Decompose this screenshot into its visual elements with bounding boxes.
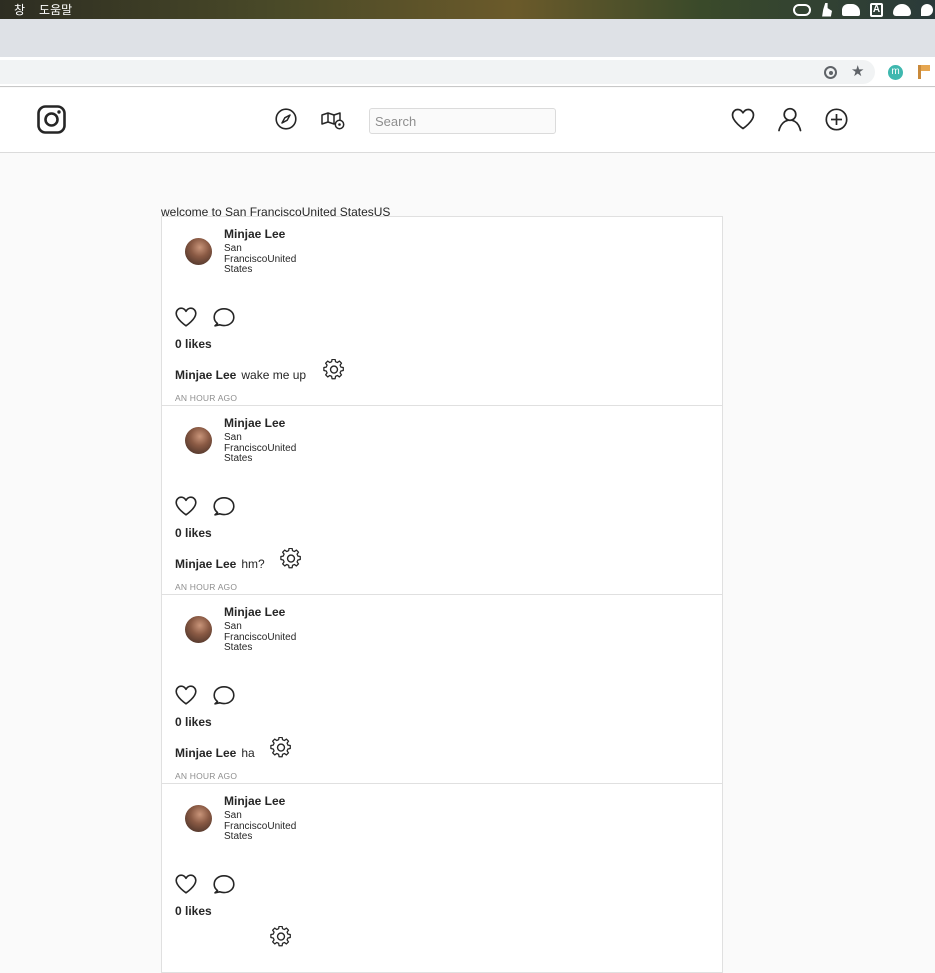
gear-icon[interactable] <box>270 737 292 759</box>
post-caption: Minjae Lee ha <box>175 746 255 760</box>
like-heart-icon[interactable] <box>175 685 197 705</box>
rabbit-icon[interactable] <box>822 2 832 17</box>
post-username[interactable]: Minjae Lee <box>224 227 285 241</box>
compass-icon[interactable] <box>275 108 297 130</box>
gear-icon[interactable] <box>280 548 302 570</box>
hat-icon[interactable] <box>893 3 911 16</box>
post-location[interactable]: San FranciscoUnited States <box>224 432 314 465</box>
post-card: Minjae Lee San FranciscoUnited States 0 … <box>161 594 723 784</box>
post-caption: Minjae Lee wake me up <box>175 368 306 382</box>
post-feed: Minjae Lee San FranciscoUnited States 0 … <box>161 216 723 973</box>
like-heart-icon[interactable] <box>175 307 197 327</box>
post-location[interactable]: San FranciscoUnited States <box>224 810 314 843</box>
browser-tab-strip <box>0 19 935 57</box>
avatar[interactable] <box>185 805 212 832</box>
caption-text: wake me up <box>241 368 307 382</box>
creative-cloud-icon[interactable] <box>793 3 811 16</box>
input-source-icon[interactable]: A <box>870 2 883 17</box>
post-timestamp: AN HOUR AGO <box>175 582 238 592</box>
extension-m-icon[interactable]: m <box>888 65 903 80</box>
post-card: Minjae Lee San FranciscoUnited States 0 … <box>161 216 723 406</box>
comment-bubble-icon[interactable] <box>213 685 235 705</box>
post-caption: Minjae Lee hm? <box>175 557 265 571</box>
comment-bubble-icon[interactable] <box>213 874 235 894</box>
like-heart-icon[interactable] <box>175 874 197 894</box>
menubar-tray: A <box>793 0 935 19</box>
caption-username[interactable]: Minjae Lee <box>175 746 236 760</box>
likes-count: 0 likes <box>175 337 212 351</box>
likes-count: 0 likes <box>175 526 212 540</box>
avatar[interactable] <box>185 427 212 454</box>
avatar[interactable] <box>185 616 212 643</box>
gear-icon[interactable] <box>323 359 345 381</box>
search-input[interactable] <box>369 108 556 134</box>
post-timestamp: AN HOUR AGO <box>175 771 238 781</box>
browser-toolbar: ★ m <box>0 57 935 87</box>
post-card: Minjae Lee San FranciscoUnited States 0 … <box>161 783 723 973</box>
elephant-icon[interactable] <box>842 3 860 16</box>
macos-menubar: 창 도움말 A <box>0 0 935 19</box>
location-icon[interactable] <box>824 66 837 79</box>
post-username[interactable]: Minjae Lee <box>224 416 285 430</box>
caption-username[interactable]: Minjae Lee <box>175 557 236 571</box>
chat-icon[interactable] <box>921 3 933 16</box>
post-location[interactable]: San FranciscoUnited States <box>224 621 314 654</box>
heart-icon[interactable] <box>731 108 755 130</box>
gear-icon[interactable] <box>270 926 292 948</box>
likes-count: 0 likes <box>175 904 212 918</box>
user-icon[interactable] <box>777 107 802 132</box>
avatar[interactable] <box>185 238 212 265</box>
post-card: Minjae Lee San FranciscoUnited States 0 … <box>161 405 723 595</box>
caption-username[interactable]: Minjae Lee <box>175 368 236 382</box>
post-username[interactable]: Minjae Lee <box>224 794 285 808</box>
like-heart-icon[interactable] <box>175 496 197 516</box>
address-bar[interactable] <box>0 60 875 84</box>
instagram-logo-icon[interactable] <box>37 105 66 134</box>
map-icon[interactable] <box>321 108 345 130</box>
post-location[interactable]: San FranciscoUnited States <box>224 243 314 276</box>
comment-bubble-icon[interactable] <box>213 496 235 516</box>
post-timestamp: AN HOUR AGO <box>175 393 238 403</box>
bookmark-star-icon[interactable]: ★ <box>851 62 864 80</box>
caption-text: hm? <box>241 557 265 571</box>
app-header <box>0 88 935 153</box>
add-post-icon[interactable] <box>825 108 848 131</box>
extension-flag-icon[interactable] <box>918 65 930 79</box>
menu-item-help[interactable]: 도움말 <box>39 1 72 18</box>
likes-count: 0 likes <box>175 715 212 729</box>
post-username[interactable]: Minjae Lee <box>224 605 285 619</box>
comment-bubble-icon[interactable] <box>213 307 235 327</box>
caption-text: ha <box>241 746 255 760</box>
menu-item-window[interactable]: 창 <box>14 1 25 18</box>
